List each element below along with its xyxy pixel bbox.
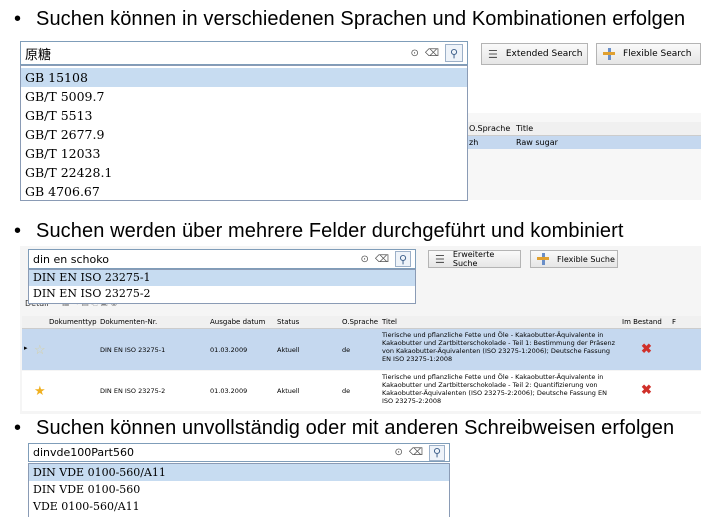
search-value: dinvde100Part560 bbox=[33, 446, 134, 459]
bullet-symbol: • bbox=[14, 220, 22, 242]
grid-header-bar: O.Sprache Title bbox=[466, 122, 701, 136]
suggestion-item[interactable]: DIN EN ISO 23275-2 bbox=[29, 286, 415, 302]
history-icon[interactable]: ⊙ bbox=[410, 48, 418, 59]
flexible-search-button[interactable]: Flexible Suche bbox=[530, 250, 618, 268]
suggestion-dropdown: DIN EN ISO 23275-1 DIN EN ISO 23275-2 bbox=[28, 269, 416, 304]
bullet-text: Suchen können unvollständig oder mit and… bbox=[36, 417, 675, 439]
column-header-lang[interactable]: O.Sprache bbox=[469, 124, 510, 133]
column-header-title[interactable]: Titel bbox=[382, 318, 397, 326]
suggestion-dropdown: DIN VDE 0100-560/A11 DIN VDE 0100-560 VD… bbox=[28, 463, 450, 517]
suggestion-item[interactable]: DIN VDE 0100-560 bbox=[29, 481, 449, 498]
bullet-heading-1: • Suchen können in verschiedenen Sprachen… bbox=[14, 8, 685, 31]
clear-icon[interactable]: ⌫ bbox=[375, 254, 389, 265]
suggestion-item[interactable]: GB/T 22428.1 bbox=[21, 163, 467, 182]
search-value: 原糖 bbox=[25, 47, 52, 63]
suggestion-item[interactable]: DIN VDE 0100-560/A11 bbox=[29, 464, 449, 481]
column-header-stock[interactable]: Im Bestand bbox=[622, 318, 662, 326]
column-header-date[interactable]: Ausgabe datum bbox=[210, 318, 265, 326]
suggestion-item[interactable]: GB/T 2677.9 bbox=[21, 125, 467, 144]
delete-x-icon[interactable]: ✖ bbox=[641, 341, 652, 357]
bullet-heading-2: • Suchen werden über mehrere Felder durch… bbox=[14, 220, 624, 243]
search-input[interactable]: din en schoko ⊙ ⌫ ⚲ bbox=[28, 249, 416, 269]
column-header-status[interactable]: Status bbox=[277, 318, 299, 326]
search-value: din en schoko bbox=[33, 252, 109, 266]
cell-title: Tierische und pflanzliche Fette und Öle … bbox=[382, 331, 616, 363]
table-row[interactable]: zh Raw sugar bbox=[466, 136, 701, 149]
column-header-docnr[interactable]: Dokumenten-Nr. bbox=[100, 318, 157, 326]
flexible-search-button[interactable]: Flexible Search bbox=[596, 43, 701, 65]
suggestion-item[interactable]: GB 4706.67 bbox=[21, 182, 467, 201]
flexible-search-label: Flexible Search bbox=[623, 49, 692, 59]
clear-icon[interactable]: ⌫ bbox=[409, 447, 423, 458]
cell-lang: zh bbox=[469, 138, 479, 147]
suggestion-item[interactable]: GB/T 12033 bbox=[21, 144, 467, 163]
cell-status: Aktuell bbox=[277, 387, 300, 395]
cell-docnr: DIN EN ISO 23275-1 bbox=[100, 346, 166, 354]
extended-search-label: Erweiterte Suche bbox=[452, 250, 495, 268]
suggestion-item[interactable]: DIN EN ISO 23275-1 bbox=[29, 270, 415, 286]
clear-icon[interactable]: ⌫ bbox=[425, 48, 439, 59]
suggestion-dropdown: GB 15108 GB/T 5009.7 GB/T 5513 GB/T 2677… bbox=[20, 65, 468, 201]
suggestion-item[interactable]: GB 15108 bbox=[21, 68, 467, 87]
column-header-extra[interactable]: F bbox=[672, 318, 676, 326]
cell-lang: de bbox=[342, 387, 351, 395]
search-icon[interactable]: ⚲ bbox=[429, 444, 445, 461]
cell-status: Aktuell bbox=[277, 346, 300, 354]
flexible-search-icon bbox=[603, 48, 615, 60]
column-header-lang[interactable]: O.Sprache bbox=[342, 318, 378, 326]
flexible-search-icon bbox=[537, 253, 549, 265]
suggestion-item[interactable]: GB/T 5009.7 bbox=[21, 87, 467, 106]
cell-title: Raw sugar bbox=[516, 138, 558, 147]
table-row[interactable]: ★ DIN EN ISO 23275-2 01.03.2009 Aktuell … bbox=[22, 371, 701, 411]
suggestion-item[interactable]: VDE 0100-560/A11 bbox=[29, 498, 449, 515]
favorite-star-icon[interactable]: ☆ bbox=[34, 342, 46, 358]
cell-docnr: DIN EN ISO 23275-2 bbox=[100, 387, 166, 395]
search-input[interactable]: 原糖 ⊙ ⌫ ⚲ bbox=[20, 41, 468, 65]
grid-header: Dokumenttyp Dokumenten-Nr. Ausgabe datum… bbox=[22, 316, 701, 329]
cell-date: 01.03.2009 bbox=[210, 346, 248, 354]
suggestion-item[interactable]: GB/T 5513 bbox=[21, 106, 467, 125]
history-icon[interactable]: ⊙ bbox=[360, 254, 368, 265]
cell-lang: de bbox=[342, 346, 351, 354]
cell-title: Tierische und pflanzliche Fette und Öle … bbox=[382, 373, 607, 405]
bullet-symbol: • bbox=[14, 417, 22, 439]
bullet-text: Suchen können in verschiedenen Sprachen … bbox=[36, 8, 686, 30]
list-icon: ☰ bbox=[488, 47, 498, 61]
list-icon: ☰ bbox=[435, 252, 445, 266]
search-icon[interactable]: ⚲ bbox=[445, 44, 463, 62]
extended-search-button[interactable]: ☰ Extended Search bbox=[481, 43, 588, 65]
search-input[interactable]: dinvde100Part560 ⊙ ⌫ ⚲ bbox=[28, 443, 450, 462]
extended-search-button[interactable]: ☰ Erweiterte Suche bbox=[428, 250, 521, 268]
column-header-doctype[interactable]: Dokumenttyp bbox=[49, 318, 97, 326]
history-icon[interactable]: ⊙ bbox=[394, 447, 402, 458]
table-row[interactable]: ▸ ☆ DIN EN ISO 23275-1 01.03.2009 Aktuel… bbox=[22, 329, 701, 370]
bullet-heading-3: • Suchen können unvollständig oder mit an… bbox=[14, 417, 674, 440]
favorite-star-icon[interactable]: ★ bbox=[34, 383, 46, 399]
bullet-text: Suchen werden über mehrere Felder durchg… bbox=[36, 220, 624, 242]
search-icon[interactable]: ⚲ bbox=[395, 251, 411, 267]
bullet-symbol: • bbox=[14, 8, 22, 30]
column-header-title[interactable]: Title bbox=[516, 124, 533, 133]
flexible-search-label: Flexible Suche bbox=[557, 254, 615, 264]
delete-x-icon[interactable]: ✖ bbox=[641, 382, 652, 398]
row-pointer-icon: ▸ bbox=[24, 345, 28, 352]
cell-date: 01.03.2009 bbox=[210, 387, 248, 395]
extended-search-label: Extended Search bbox=[505, 49, 583, 59]
